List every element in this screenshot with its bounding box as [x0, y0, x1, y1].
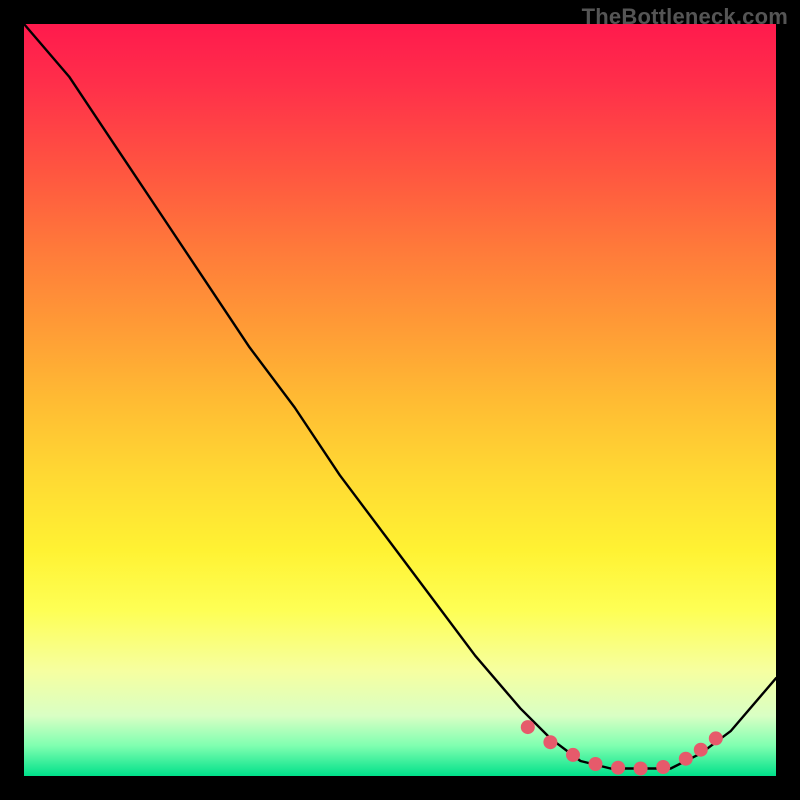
optimal-marker — [611, 761, 625, 775]
optimal-marker — [589, 757, 603, 771]
optimal-marker — [656, 760, 670, 774]
chart-frame — [24, 24, 776, 776]
optimal-marker — [543, 735, 557, 749]
optimal-zone-markers — [521, 720, 723, 775]
optimal-marker — [521, 720, 535, 734]
bottleneck-chart — [24, 24, 776, 776]
bottleneck-curve — [24, 24, 776, 769]
optimal-marker — [634, 762, 648, 776]
optimal-marker — [566, 748, 580, 762]
optimal-marker — [709, 731, 723, 745]
optimal-marker — [694, 743, 708, 757]
optimal-marker — [679, 752, 693, 766]
